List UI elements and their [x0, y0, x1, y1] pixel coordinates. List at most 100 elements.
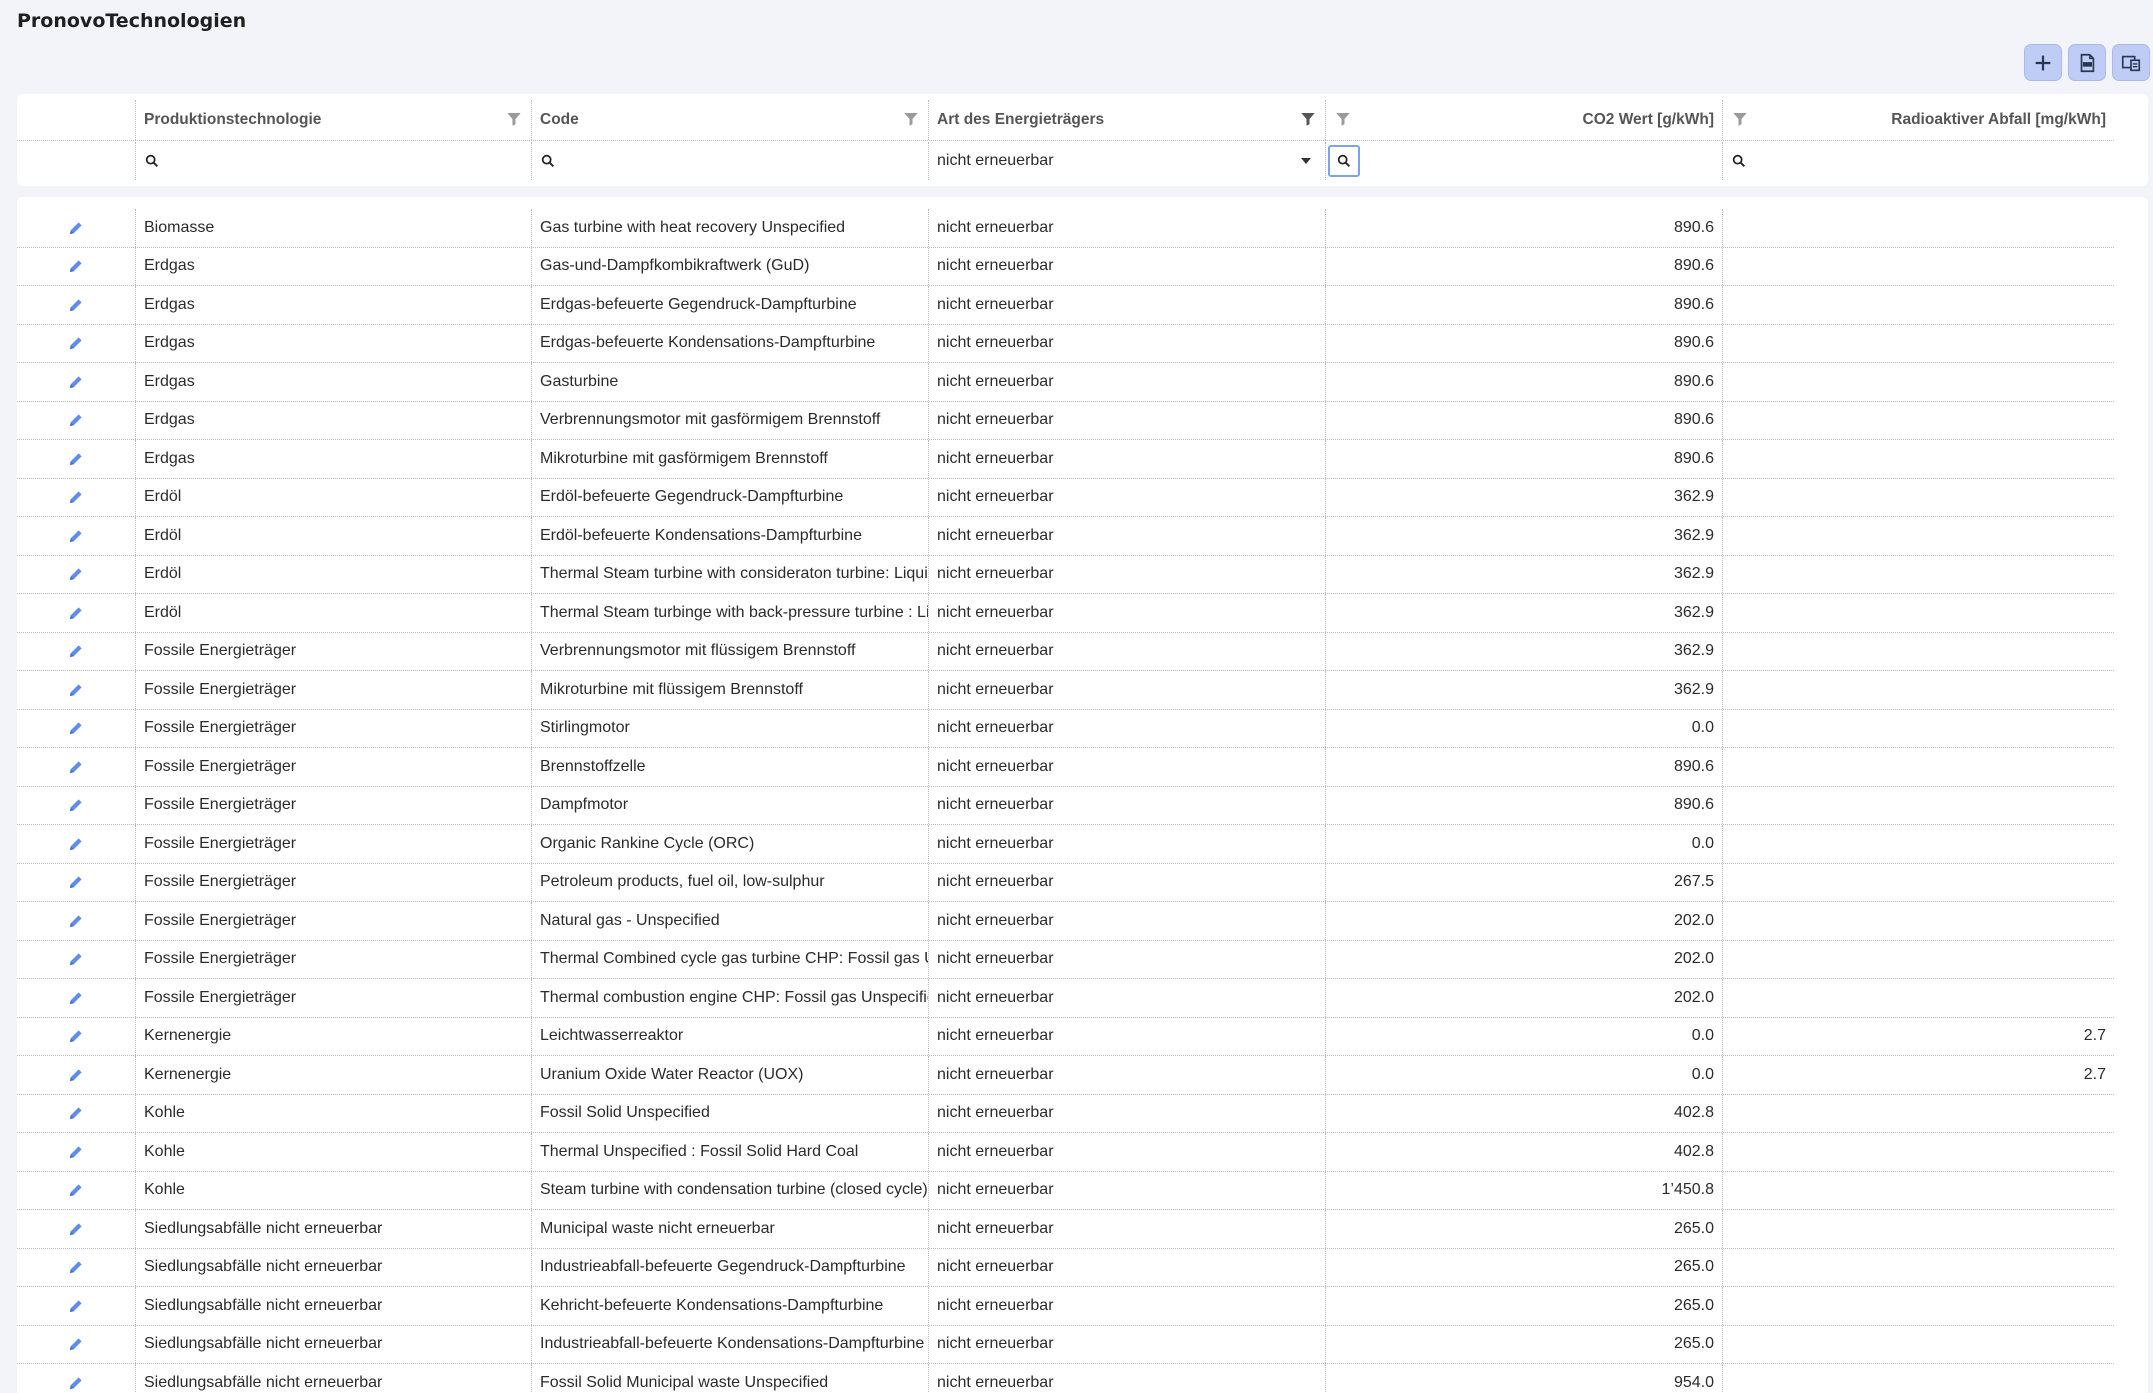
cell-art[interactable]: nicht erneuerbar	[928, 748, 1325, 786]
cell-co2[interactable]: 0.0	[1325, 1017, 1722, 1055]
filter-icon[interactable]	[902, 110, 920, 128]
cell-radioaktiv[interactable]	[1722, 940, 2114, 978]
edit-button[interactable]	[17, 1018, 135, 1056]
edit-button[interactable]	[17, 941, 135, 979]
cell-art[interactable]: nicht erneuerbar	[928, 363, 1325, 401]
cell-co2[interactable]: 362.9	[1325, 517, 1722, 555]
filter-icon[interactable]	[505, 110, 523, 128]
cell-produktionstechnologie[interactable]: Fossile Energieträger	[135, 671, 531, 709]
edit-button[interactable]	[17, 325, 135, 363]
cell-code[interactable]: Brennstoffzelle	[531, 748, 928, 786]
cell-code[interactable]: Steam turbine with condensation turbine …	[531, 1171, 928, 1209]
cell-radioaktiv[interactable]	[1722, 1287, 2114, 1325]
edit-button[interactable]	[17, 402, 135, 440]
edit-button[interactable]	[17, 248, 135, 286]
edit-button[interactable]	[17, 1056, 135, 1094]
cell-produktionstechnologie[interactable]: Kohle	[135, 1094, 531, 1132]
cell-co2[interactable]: 202.0	[1325, 979, 1722, 1017]
cell-art[interactable]: nicht erneuerbar	[928, 209, 1325, 247]
cell-produktionstechnologie[interactable]: Siedlungsabfälle nicht erneuerbar	[135, 1287, 531, 1325]
cell-produktionstechnologie[interactable]: Erdgas	[135, 247, 531, 285]
cell-co2[interactable]: 362.9	[1325, 478, 1722, 516]
cell-code[interactable]: Thermal Unspecified : Fossil Solid Hard …	[531, 1133, 928, 1171]
cell-co2[interactable]: 890.6	[1325, 247, 1722, 285]
cell-radioaktiv[interactable]	[1722, 1171, 2114, 1209]
cell-art[interactable]: nicht erneuerbar	[928, 401, 1325, 439]
edit-button[interactable]	[17, 902, 135, 940]
cell-radioaktiv[interactable]	[1722, 1248, 2114, 1286]
filter-icon[interactable]	[1731, 110, 1749, 128]
column-chooser-button[interactable]	[2112, 44, 2150, 81]
edit-button[interactable]	[17, 1287, 135, 1325]
cell-radioaktiv[interactable]	[1722, 1364, 2114, 1393]
cell-code[interactable]: Erdöl-befeuerte Kondensations-Dampfturbi…	[531, 517, 928, 555]
cell-art[interactable]: nicht erneuerbar	[928, 324, 1325, 362]
filter-produktionstechnologie-input[interactable]	[135, 142, 531, 180]
cell-produktionstechnologie[interactable]: Erdöl	[135, 517, 531, 555]
cell-code[interactable]: Industrieabfall-befeuerte Gegendruck-Dam…	[531, 1248, 928, 1286]
cell-code[interactable]: Stirlingmotor	[531, 709, 928, 747]
edit-button[interactable]	[17, 1210, 135, 1248]
filter-active-icon[interactable]	[1299, 110, 1317, 128]
cell-art[interactable]: nicht erneuerbar	[928, 1171, 1325, 1209]
cell-co2[interactable]: 362.9	[1325, 632, 1722, 670]
cell-produktionstechnologie[interactable]: Siedlungsabfälle nicht erneuerbar	[135, 1248, 531, 1286]
cell-code[interactable]: Verbrennungsmotor mit flüssigem Brennsto…	[531, 632, 928, 670]
cell-produktionstechnologie[interactable]: Fossile Energieträger	[135, 940, 531, 978]
cell-produktionstechnologie[interactable]: Fossile Energieträger	[135, 863, 531, 901]
cell-code[interactable]: Thermal Steam turbine with consideraton …	[531, 555, 928, 593]
cell-radioaktiv[interactable]	[1722, 709, 2114, 747]
cell-code[interactable]: Mikroturbine mit flüssigem Brennstoff	[531, 671, 928, 709]
cell-art[interactable]: nicht erneuerbar	[928, 517, 1325, 555]
cell-code[interactable]: Organic Rankine Cycle (ORC)	[531, 825, 928, 863]
cell-art[interactable]: nicht erneuerbar	[928, 1056, 1325, 1094]
cell-produktionstechnologie[interactable]: Erdgas	[135, 401, 531, 439]
cell-co2[interactable]: 362.9	[1325, 555, 1722, 593]
edit-button[interactable]	[17, 594, 135, 632]
cell-produktionstechnologie[interactable]: Kohle	[135, 1133, 531, 1171]
edit-button[interactable]	[17, 1172, 135, 1210]
edit-button[interactable]	[17, 1095, 135, 1133]
cell-radioaktiv[interactable]	[1722, 286, 2114, 324]
edit-button[interactable]	[17, 479, 135, 517]
cell-produktionstechnologie[interactable]: Fossile Energieträger	[135, 786, 531, 824]
cell-art[interactable]: nicht erneuerbar	[928, 1210, 1325, 1248]
cell-produktionstechnologie[interactable]: Fossile Energieträger	[135, 632, 531, 670]
cell-produktionstechnologie[interactable]: Kernenergie	[135, 1017, 531, 1055]
cell-produktionstechnologie[interactable]: Fossile Energieträger	[135, 709, 531, 747]
cell-art[interactable]: nicht erneuerbar	[928, 940, 1325, 978]
export-csv-button[interactable]	[2068, 44, 2106, 81]
edit-button[interactable]	[17, 864, 135, 902]
cell-co2[interactable]: 890.6	[1325, 209, 1722, 247]
cell-radioaktiv[interactable]	[1722, 401, 2114, 439]
cell-co2[interactable]: 954.0	[1325, 1364, 1722, 1393]
cell-art[interactable]: nicht erneuerbar	[928, 825, 1325, 863]
edit-button[interactable]	[17, 286, 135, 324]
cell-art[interactable]: nicht erneuerbar	[928, 786, 1325, 824]
edit-button[interactable]	[17, 556, 135, 594]
cell-radioaktiv[interactable]	[1722, 1325, 2114, 1363]
cell-radioaktiv[interactable]	[1722, 671, 2114, 709]
cell-art[interactable]: nicht erneuerbar	[928, 478, 1325, 516]
cell-art[interactable]: nicht erneuerbar	[928, 1325, 1325, 1363]
edit-button[interactable]	[17, 1133, 135, 1171]
filter-icon[interactable]	[1334, 110, 1352, 128]
cell-radioaktiv[interactable]	[1722, 1210, 2114, 1248]
cell-code[interactable]: Uranium Oxide Water Reactor (UOX)	[531, 1056, 928, 1094]
cell-code[interactable]: Industrieabfall-befeuerte Kondensations-…	[531, 1325, 928, 1363]
cell-art[interactable]: nicht erneuerbar	[928, 555, 1325, 593]
cell-radioaktiv[interactable]	[1722, 979, 2114, 1017]
cell-co2[interactable]: 265.0	[1325, 1248, 1722, 1286]
cell-produktionstechnologie[interactable]: Erdgas	[135, 440, 531, 478]
cell-co2[interactable]: 362.9	[1325, 671, 1722, 709]
cell-co2[interactable]: 265.0	[1325, 1287, 1722, 1325]
cell-code[interactable]: Gas turbine with heat recovery Unspecifi…	[531, 209, 928, 247]
cell-code[interactable]: Verbrennungsmotor mit gasförmigem Brenns…	[531, 401, 928, 439]
cell-produktionstechnologie[interactable]: Erdöl	[135, 555, 531, 593]
cell-co2[interactable]: 265.0	[1325, 1325, 1722, 1363]
cell-produktionstechnologie[interactable]: Erdgas	[135, 363, 531, 401]
cell-art[interactable]: nicht erneuerbar	[928, 632, 1325, 670]
filter-co2-input[interactable]	[1325, 142, 1722, 180]
cell-code[interactable]: Kehricht-befeuerte Kondensations-Dampftu…	[531, 1287, 928, 1325]
header-produktionstechnologie[interactable]: Produktionstechnologie	[135, 100, 531, 140]
